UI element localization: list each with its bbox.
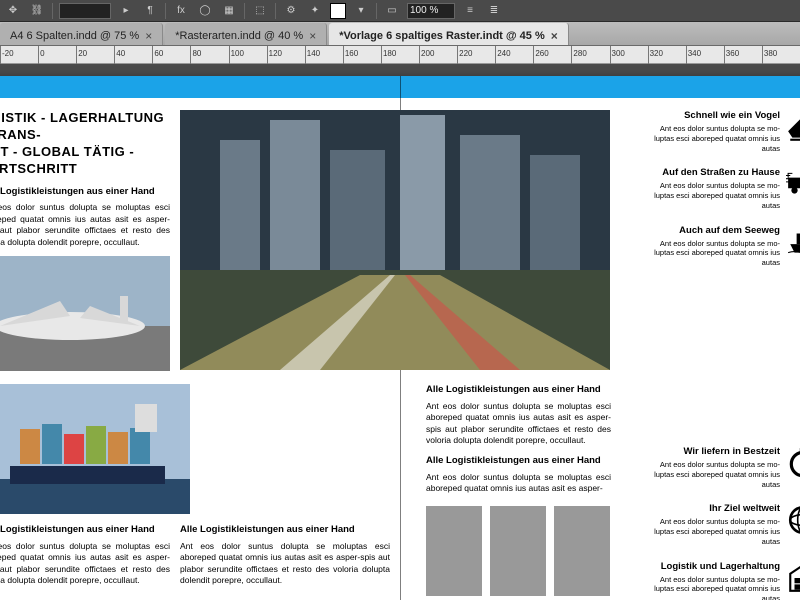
subhead: Alle Logistikleistungen aus einer Hand [426,455,611,468]
body-text: Ant eos dolor suntus dolupta se moluptas… [180,541,390,587]
feature-body: Ant eos dolor suntus dolupta se mo-lupta… [640,181,780,210]
left-text-column: OGISTIK - LAGERHALTUNG - TRANS- ORT - GL… [0,110,170,248]
canvas[interactable]: OGISTIK - LAGERHALTUNG - TRANS- ORT - GL… [0,64,800,600]
tab-label: *Vorlage 6 spaltiges Raster.indt @ 45 % [339,30,545,42]
body-text: Ant eos dolor suntus dolupta se moluptas… [426,472,611,495]
placeholder-box [490,506,546,596]
align-center-icon[interactable]: ≣ [485,2,503,20]
separator [52,3,53,19]
tab-vorlage-6-spaltig[interactable]: *Vorlage 6 spaltiges Raster.indt @ 45 % … [329,23,569,45]
truck-icon [786,167,800,195]
page-indicator-icon: ▭ [383,2,401,20]
feature-head: Auf den Straßen zu Hause [640,167,780,178]
options-toolbar: ✥ ⛓ ▸ ¶ fx ◯ ▦ ⬚ ⚙ ✦ ▾ ▭ ≡ ≣ [0,0,800,22]
caption-left: Alle Logistikleistungen aus einer Hand A… [0,524,170,587]
document-spread: OGISTIK - LAGERHALTUNG - TRANS- ORT - GL… [0,76,800,600]
subhead: Alle Logistikleistungen aus einer Hand [426,384,611,397]
feature-plane: Schnell wie ein Vogel Ant eos dolor suntu… [640,110,800,153]
fill-swatch[interactable] [330,3,346,19]
separator [275,3,276,19]
subhead: Alle Logistikleistungen aus einer Hand [180,524,390,537]
link-icon[interactable]: ⬚ [251,2,269,20]
tab-label: *Rasterarten.indd @ 40 % [175,30,303,42]
close-icon[interactable]: × [145,29,152,43]
feature-head: Ihr Ziel weltweit [640,503,780,514]
feature-truck: Auf den Straßen zu Hause Ant eos dolor su… [640,167,800,210]
tab-rasterarten[interactable]: *Rasterarten.indd @ 40 % × [165,23,327,45]
feature-stopwatch: Wir liefern in Bestzeit Ant eos dolor sun… [640,446,800,489]
zoom-field[interactable] [407,3,455,19]
field-x[interactable] [59,3,111,19]
features-bottom: Wir liefern in Bestzeit Ant eos dolor sun… [640,446,800,600]
paragraph-icon[interactable]: ¶ [141,2,159,20]
square-icon[interactable]: ▦ [220,2,238,20]
feature-body: Ant eos dolor suntus dolupta se mo-lupta… [640,124,780,153]
star-icon[interactable]: ✦ [306,2,324,20]
circle-icon[interactable]: ◯ [196,2,214,20]
arrow-icon[interactable]: ▸ [117,2,135,20]
align-left-icon[interactable]: ≡ [461,2,479,20]
feature-head: Auch auf dem Seeweg [640,225,780,236]
stopwatch-icon [786,446,800,474]
ruler-horizontal[interactable]: -200204060801001201401601802002202402602… [0,46,800,64]
feature-ship: Auch auf dem Seeweg Ant eos dolor suntus … [640,225,800,268]
right-page-text: Alle Logistikleistungen aus einer Hand A… [426,384,611,494]
body-text: Ant eos dolor suntus dolupta se moluptas… [0,202,170,248]
separator [165,3,166,19]
placeholder-box [554,506,610,596]
plane-icon [786,110,800,138]
image-container-ship [0,384,190,514]
gear-icon[interactable]: ⚙ [282,2,300,20]
feature-body: Ant eos dolor suntus dolupta se mo-lupta… [640,460,780,489]
feature-globe: Ihr Ziel weltweit Ant eos dolor suntus do… [640,503,800,546]
close-icon[interactable]: × [551,29,558,43]
tab-label: A4 6 Spalten.indd @ 75 % [10,30,139,42]
effects-icon[interactable]: fx [172,2,190,20]
separator [244,3,245,19]
features-top: Schnell wie ein Vogel Ant eos dolor suntu… [640,110,800,282]
feature-head: Schnell wie ein Vogel [640,110,780,121]
chain-icon[interactable]: ⛓ [28,2,46,20]
document-tabs: A4 6 Spalten.indd @ 75 % × *Rasterarten.… [0,22,800,46]
caption-mid: Alle Logistikleistungen aus einer Hand A… [180,524,390,587]
feature-head: Logistik und Lagerhaltung [640,561,780,572]
globe-icon [786,503,800,531]
body-text: Ant eos dolor suntus dolupta se moluptas… [0,541,170,587]
feature-body: Ant eos dolor suntus dolupta se mo-lupta… [640,239,780,268]
anchor-icon[interactable]: ✥ [4,2,22,20]
separator [376,3,377,19]
dropdown-icon[interactable]: ▾ [352,2,370,20]
placeholder-box [426,506,482,596]
feature-body: Ant eos dolor suntus dolupta se mo-lupta… [640,575,780,600]
feature-head: Wir liefern in Bestzeit [640,446,780,457]
body-text: Ant eos dolor suntus dolupta se moluptas… [426,401,611,447]
subhead: Alle Logistikleistungen aus einer Hand [0,186,170,199]
image-airplane [0,256,170,371]
warehouse-icon [786,561,800,589]
feature-warehouse: Logistik und Lagerhaltung Ant eos dolor s… [640,561,800,600]
close-icon[interactable]: × [309,29,316,43]
image-city-highway [180,110,610,370]
headline: OGISTIK - LAGERHALTUNG - TRANS- ORT - GL… [0,110,170,178]
subhead: Alle Logistikleistungen aus einer Hand [0,524,170,537]
feature-body: Ant eos dolor suntus dolupta se mo-lupta… [640,517,780,546]
tab-a4-6-spalten[interactable]: A4 6 Spalten.indd @ 75 % × [0,23,163,45]
ship-icon [786,225,800,253]
